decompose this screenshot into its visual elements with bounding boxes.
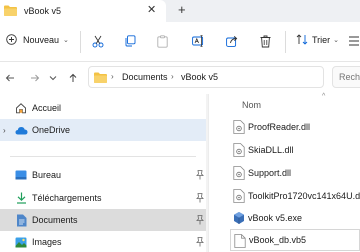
download-icon <box>14 191 28 205</box>
cloud-icon <box>14 123 28 137</box>
sidebar-item-label: OneDrive <box>32 125 71 135</box>
folder-icon <box>94 72 107 83</box>
sidebar-divider <box>10 156 196 157</box>
pane-splitter[interactable] <box>208 94 209 252</box>
cut-button[interactable] <box>89 32 107 50</box>
sidebar-item-onedrive[interactable]: › OneDrive <box>0 119 206 141</box>
dll-file-icon <box>233 143 245 157</box>
scissors-icon <box>92 35 104 47</box>
file-name: ProofReader.dll <box>248 122 311 132</box>
new-tab-button[interactable]: + <box>178 3 186 17</box>
breadcrumb-separator: › <box>111 72 114 81</box>
search-input[interactable] <box>333 67 360 87</box>
chevron-down-icon: ⌄ <box>333 36 340 44</box>
pin-icon[interactable] <box>196 237 204 247</box>
navigation-pane: Accueil › OneDrive Bureau Téléchargement… <box>0 94 210 252</box>
paste-button[interactable] <box>153 32 171 50</box>
search-box[interactable] <box>332 66 360 88</box>
file-name: SkiaDLL.dll <box>248 145 294 155</box>
arrow-left-icon <box>5 74 14 82</box>
dll-file-icon <box>233 189 245 203</box>
clipboard-icon <box>156 34 168 48</box>
file-row[interactable]: Support.dll <box>230 162 360 184</box>
sort-icon <box>296 34 308 45</box>
sidebar-item-label: Accueil <box>32 103 62 113</box>
new-button[interactable]: Nouveau ⌄ <box>6 34 69 45</box>
rename-button[interactable] <box>189 32 207 50</box>
toolbar-divider <box>80 31 81 53</box>
view-icon[interactable] <box>348 35 360 49</box>
sidebar-item-label: Documents <box>32 215 78 225</box>
pin-icon[interactable] <box>196 193 204 203</box>
file-name: ToolkitPro1720vc141x64U.dll <box>248 191 360 201</box>
generic-file-icon <box>234 234 246 248</box>
sidebar-item-desktop[interactable]: Bureau <box>0 164 206 186</box>
dll-file-icon <box>233 120 245 134</box>
tab-bar: vBook v5 ✕ + <box>0 0 360 22</box>
file-name: vBook_db.vb5 <box>249 235 307 245</box>
chevron-right-icon[interactable]: › <box>3 126 6 135</box>
file-row[interactable]: vBook v5.exe <box>230 207 360 229</box>
breadcrumb-vbook[interactable]: vBook v5 <box>181 72 218 82</box>
navigation-bar: › Documents › vBook v5 <box>0 62 360 94</box>
images-icon <box>14 235 28 249</box>
rename-icon <box>191 35 203 47</box>
history-button[interactable] <box>46 71 60 85</box>
tab-vbook[interactable]: vBook v5 ✕ <box>0 0 166 22</box>
file-name: Support.dll <box>248 168 292 178</box>
arrow-right-icon <box>31 74 40 82</box>
forward-button[interactable] <box>28 71 42 85</box>
arrow-up-icon <box>69 73 77 82</box>
file-row[interactable]: SkiaDLL.dll <box>230 139 360 161</box>
sort-caret-icon: ^ <box>322 93 326 100</box>
pin-icon[interactable] <box>196 215 204 225</box>
file-row[interactable]: ToolkitPro1720vc141x64U.dll <box>230 185 360 207</box>
sidebar-item-downloads[interactable]: Téléchargements <box>0 187 206 209</box>
chevron-down-icon <box>49 76 57 81</box>
share-button[interactable] <box>223 32 241 50</box>
file-list: ^ Nom ProofReader.dll SkiaDLL.dll Suppor… <box>210 93 360 252</box>
tab-title: vBook v5 <box>24 6 62 16</box>
sidebar-item-label: Images <box>32 237 62 247</box>
desktop-icon <box>14 168 28 182</box>
copy-icon <box>125 35 136 47</box>
file-name: vBook v5.exe <box>248 213 303 223</box>
chevron-down-icon: ⌄ <box>63 36 69 44</box>
up-button[interactable] <box>66 71 80 85</box>
plus-circle-icon <box>6 34 17 45</box>
column-header-name[interactable]: Nom <box>242 100 261 110</box>
sort-button-label: Trier <box>312 34 331 45</box>
breadcrumb-separator: › <box>171 72 174 81</box>
back-button[interactable] <box>3 71 17 85</box>
new-button-label: Nouveau <box>23 34 60 45</box>
trash-icon <box>260 35 270 47</box>
exe-file-icon <box>234 212 244 224</box>
sidebar-item-images[interactable]: Images <box>0 231 206 252</box>
sidebar-item-documents[interactable]: Documents <box>0 209 206 231</box>
close-icon[interactable]: ✕ <box>147 4 156 16</box>
file-row[interactable]: ProofReader.dll <box>230 116 360 138</box>
address-bar[interactable]: › Documents › vBook v5 <box>88 66 324 88</box>
document-folder-icon <box>14 213 28 227</box>
home-icon <box>14 101 28 115</box>
copy-button[interactable] <box>121 32 139 50</box>
folder-icon <box>4 5 17 16</box>
sort-button[interactable]: Trier ⌄ <box>296 34 339 45</box>
file-row-selected[interactable]: vBook_db.vb5 <box>230 229 360 251</box>
delete-button[interactable] <box>256 32 274 50</box>
command-bar: Nouveau ⌄ Trier ⌄ <box>0 22 360 62</box>
pin-icon[interactable] <box>196 170 204 180</box>
sidebar-item-label: Téléchargements <box>32 193 102 203</box>
toolbar-divider <box>285 31 286 53</box>
breadcrumb-documents[interactable]: Documents <box>122 72 168 82</box>
sidebar-item-home[interactable]: Accueil <box>0 97 206 119</box>
sidebar-item-label: Bureau <box>32 170 62 180</box>
share-icon <box>225 36 237 47</box>
dll-file-icon <box>233 166 245 180</box>
